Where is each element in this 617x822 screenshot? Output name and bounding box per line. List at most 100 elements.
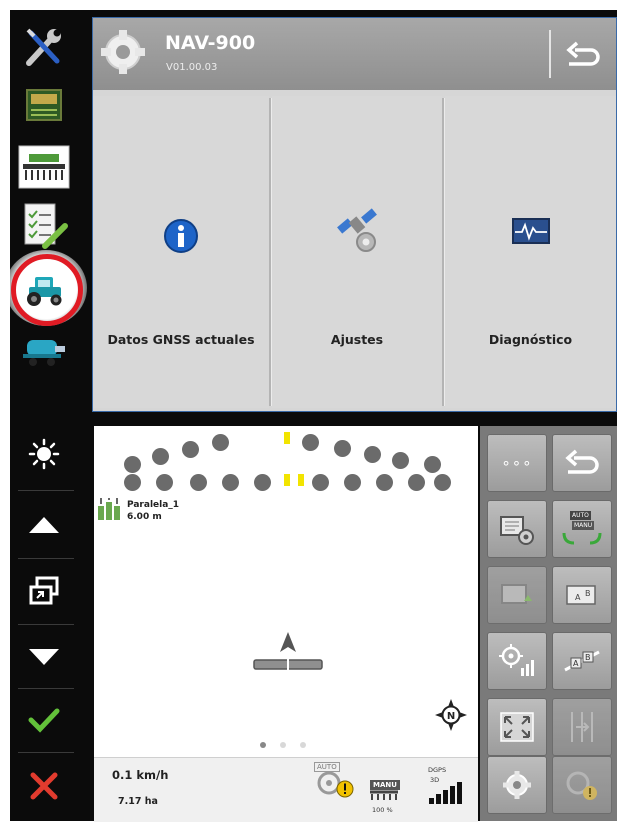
boom-section-dot [152, 448, 169, 465]
compass-north-icon[interactable]: N [434, 698, 468, 732]
gear-icon [503, 771, 531, 799]
app-title: NAV-900 [165, 32, 256, 54]
satellite-settings-icon [337, 208, 377, 252]
back-arrow-icon [565, 449, 599, 474]
more-label: ∘∘∘ [501, 454, 533, 472]
active-section-marker [298, 474, 304, 486]
page-dot [300, 742, 306, 748]
boom-section-dot [212, 434, 229, 451]
warning-icon [336, 780, 354, 798]
boom-section-dot [392, 452, 409, 469]
boom-section-dot [182, 441, 199, 458]
page-dot [280, 742, 286, 748]
tractor-icon [27, 277, 62, 306]
field-map-icon [26, 89, 62, 121]
auto-warning-icon [566, 771, 597, 800]
swath-shift-icon [571, 712, 593, 742]
tile-diagnostics[interactable]: Diagnóstico [445, 96, 616, 408]
sidebar-item-sprayer[interactable] [14, 328, 74, 372]
fullscreen-button[interactable] [487, 698, 547, 756]
gps-label: DGPS [428, 766, 447, 774]
page-indicator [260, 742, 314, 750]
parallel-lines-icon [98, 498, 120, 520]
boom-section-dot [334, 440, 351, 457]
guidance-line-name: Paralela_1 [127, 500, 180, 510]
back-arrow-icon [566, 41, 600, 66]
wrench-screwdriver-icon [26, 28, 61, 66]
boom-section-dot [344, 474, 361, 491]
record-boundary-button[interactable] [487, 566, 547, 624]
tile-label: Ajustes [330, 332, 384, 347]
location-chart-icon [499, 644, 534, 676]
ab-line-button[interactable]: AB [552, 566, 612, 624]
field-view-button[interactable] [487, 632, 547, 690]
sprayer-tank-icon [23, 340, 65, 366]
map-back-button[interactable] [552, 434, 612, 492]
boom-section-dot [424, 456, 441, 473]
boom-section-dot [434, 474, 451, 491]
sidebar-item-settings[interactable] [14, 22, 74, 74]
swath-shift-button[interactable] [552, 698, 612, 756]
boundary-record-icon [501, 584, 532, 604]
auto-manual-toggle-button[interactable]: AUTO MANU [552, 500, 612, 558]
sidebar-item-tasks[interactable] [14, 198, 74, 252]
area-readout: 7.17 ha [118, 796, 158, 807]
fullscreen-icon [500, 712, 534, 742]
arrow-down-icon [29, 649, 59, 665]
svg-text:B: B [585, 589, 591, 598]
tile-gnss-data[interactable]: Datos GNSS actuales [93, 96, 269, 408]
map-gear-icon [500, 516, 534, 545]
map-settings-button[interactable] [487, 500, 547, 558]
manual-mode-status: MANU 100 % [366, 778, 406, 818]
ab-mode-button[interactable]: AB [552, 632, 612, 690]
auto-engage-button[interactable] [552, 756, 612, 814]
arrow-up-icon [29, 517, 59, 533]
info-icon [164, 219, 198, 253]
speed-readout: 0.1 km/h [112, 768, 169, 782]
auto-toggle-label: AUTO [570, 511, 591, 520]
boom-section-dot [124, 474, 141, 491]
sidebar-item-implement[interactable] [14, 140, 74, 194]
vehicle-position-icon [253, 632, 323, 670]
auto-manu-icon: AUTO MANU [560, 509, 604, 549]
scroll-down-button[interactable] [14, 632, 74, 682]
cancel-button[interactable] [14, 758, 74, 814]
softkey-panel: ∘∘∘ AUTO MANU AB A B [480, 426, 617, 821]
boom-sections-icon [370, 790, 398, 800]
boom-section-dot [124, 456, 141, 473]
auto-steering-status[interactable]: AUTO [310, 760, 356, 800]
guidance-settings-button[interactable] [487, 756, 547, 814]
switch-windows-button[interactable] [14, 566, 74, 616]
scroll-up-button[interactable] [14, 500, 74, 550]
boom-section-dot [254, 474, 271, 491]
app-header: NAV-900 V01.00.03 [93, 18, 616, 90]
ab-field-icon: AB [566, 585, 596, 605]
status-bar: 0.1 km/h 7.17 ha AUTO MANU 100 % DGPS 3D [94, 757, 478, 822]
confirm-button[interactable] [14, 694, 74, 746]
gps-status: DGPS 3D [424, 766, 472, 816]
app-version: V01.00.03 [166, 62, 218, 73]
boom-section-dot [156, 474, 173, 491]
tile-label: Diagnóstico [488, 332, 573, 347]
manual-percent: 100 % [372, 806, 393, 814]
brightness-sun-icon [28, 438, 60, 470]
tile-settings[interactable]: Ajustes [272, 96, 442, 408]
brightness-button[interactable] [14, 430, 74, 478]
sidebar-item-tractor[interactable] [14, 260, 74, 318]
swap-arrows-icon [562, 532, 602, 545]
tile-label: Datos GNSS actuales [107, 332, 255, 347]
boom-section-dot [190, 474, 207, 491]
sidebar-item-field[interactable] [14, 80, 74, 132]
checkmark-icon [28, 708, 60, 733]
back-button[interactable] [559, 32, 607, 76]
svg-text:A: A [575, 593, 581, 602]
task-checklist-icon [24, 203, 68, 249]
boom-section-dot [222, 474, 239, 491]
active-section-marker [284, 474, 290, 486]
switch-windows-icon [29, 576, 59, 605]
header-divider [549, 30, 551, 78]
diagnostic-monitor-icon [512, 218, 550, 244]
compass-label: N [447, 711, 455, 722]
more-options-button[interactable]: ∘∘∘ [487, 434, 547, 492]
boom-section-dot [376, 474, 393, 491]
